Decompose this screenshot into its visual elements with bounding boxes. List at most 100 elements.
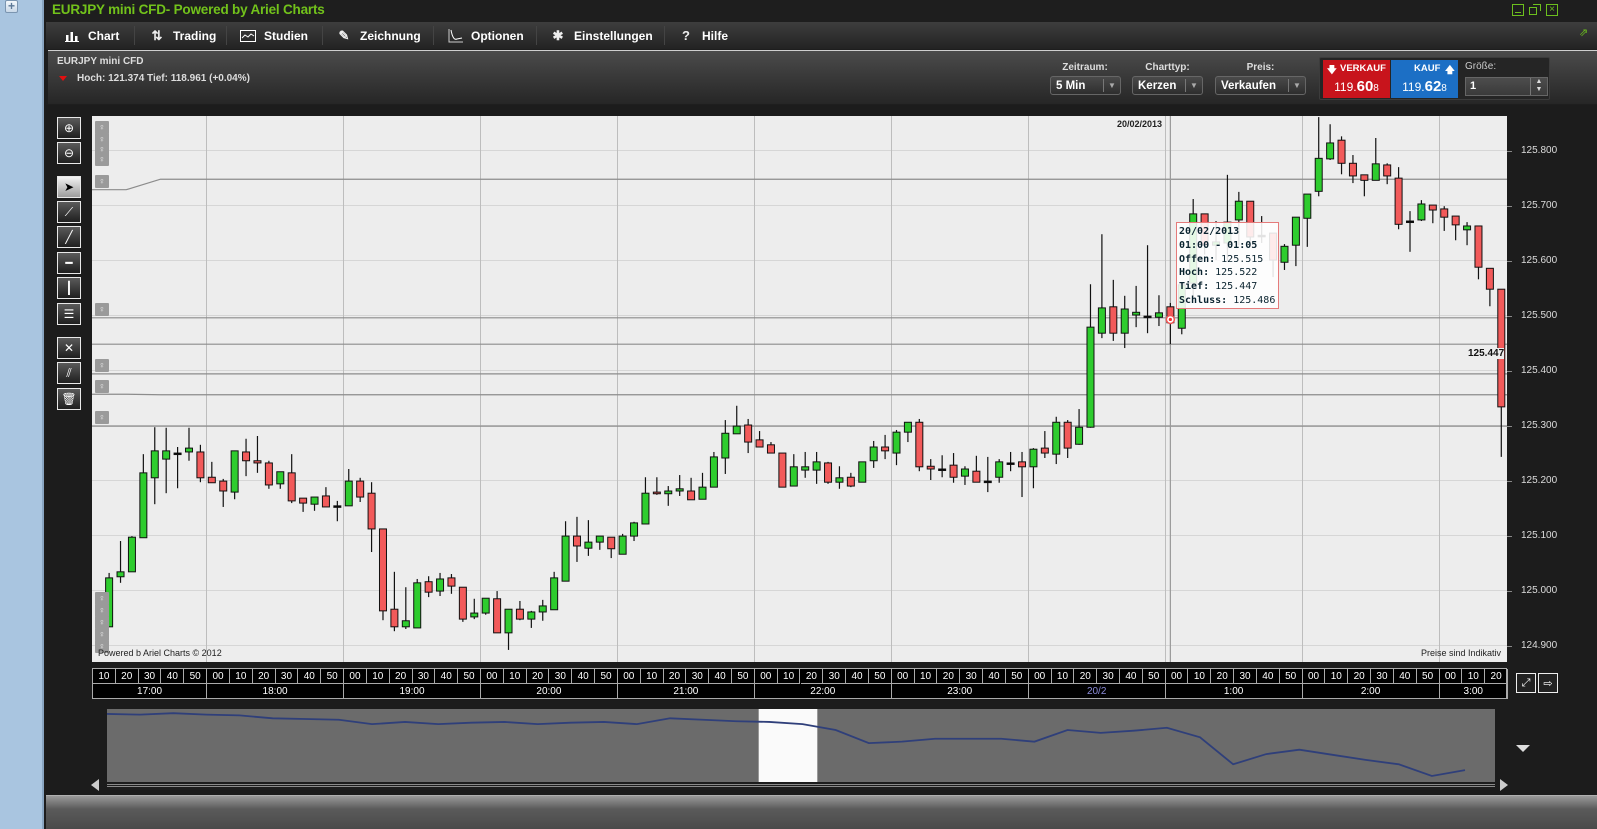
candle-body (630, 522, 639, 537)
candle-body (1120, 308, 1129, 334)
expand-plus-icon[interactable]: + (5, 0, 18, 13)
parallel-lines-button[interactable]: ⫽ (57, 362, 81, 384)
candlestick-chart (92, 116, 1507, 662)
hour-label: 20:00 (481, 684, 618, 699)
line-segment-button[interactable]: ⟋ (57, 201, 81, 223)
candle-body (401, 620, 410, 628)
navigator-scrollbar[interactable] (107, 784, 1495, 787)
lightbulb-icon[interactable]: ♀ (95, 380, 109, 393)
candle-body (641, 492, 650, 525)
menu-hilfe[interactable]: ? Hilfe (668, 22, 738, 49)
menu-zeichnung[interactable]: ✎ Zeichnung (326, 22, 431, 49)
candle-body (812, 461, 821, 471)
sell-button[interactable]: 🡇 VERKAUF 119.608 (1323, 60, 1390, 98)
menu-separator (134, 26, 135, 45)
minute-label: 10 (1051, 669, 1075, 684)
crosshair-date-label: 20/02/2013 (1117, 119, 1163, 129)
delete-button[interactable]: 🗑 (57, 388, 81, 410)
menu-separator (433, 26, 434, 45)
vertical-line-icon: ┃ (65, 281, 73, 295)
scroll-right-icon[interactable] (1500, 779, 1508, 791)
horizontal-line-button[interactable]: ━ (57, 252, 81, 274)
minute-label: 40 (846, 669, 869, 684)
export-button[interactable]: ⇨ (1538, 673, 1558, 693)
navigator-price-line (107, 712, 1466, 777)
candle-body (926, 465, 935, 470)
preis-select[interactable]: Verkaufen ▼ (1215, 76, 1306, 95)
candle-body (881, 446, 890, 452)
candle-body (1360, 174, 1369, 181)
drawn-trend-line (92, 393, 1507, 396)
zoom-out-button[interactable]: ⊖ (57, 142, 81, 164)
preis-label: Preis: (1246, 62, 1275, 73)
candle-body (1485, 267, 1494, 290)
charttyp-select[interactable]: Kerzen ▼ (1132, 76, 1203, 95)
popout-icon[interactable]: ⇗ (1579, 26, 1588, 39)
status-bar (46, 795, 1597, 829)
candle-body (1428, 204, 1437, 211)
restore-icon[interactable] (1529, 4, 1541, 16)
menu-optionen[interactable]: Optionen (437, 22, 534, 49)
candle-body (527, 611, 536, 620)
lightbulb-icon[interactable]: ♀ (95, 411, 109, 424)
crosshair-tool-button[interactable]: ✕ (57, 337, 81, 359)
instrument-name: EURJPY mini CFD (57, 56, 144, 67)
close-icon[interactable]: × (1546, 4, 1558, 16)
candle-body (664, 490, 673, 495)
candle-body (1291, 216, 1300, 246)
menu-separator (322, 26, 323, 45)
candle-body (184, 447, 193, 453)
candle-body (150, 450, 159, 479)
buy-button[interactable]: KAUF 🡅 119.628 (1391, 60, 1458, 98)
candle-body (538, 605, 547, 613)
lightbulb-icon[interactable]: ♀ (95, 303, 109, 316)
hour-label: 22:00 (755, 684, 892, 699)
indicative-prices-note: Preise sind Indikativ (1420, 648, 1501, 658)
minute-label: 00 (617, 669, 641, 684)
minute-label: 00 (1302, 669, 1326, 684)
zoom-in-button[interactable]: ⊕ (57, 117, 81, 139)
candle-body (960, 468, 969, 477)
minimize-icon[interactable] (1512, 4, 1524, 16)
info-bar: EURJPY mini CFD Hoch: 121.374 Tief: 118.… (48, 50, 1597, 104)
zeitraum-select[interactable]: 5 Min ▼ (1050, 76, 1121, 95)
arrow-down-icon: 🡇 (1327, 65, 1337, 76)
collapse-navigator-icon[interactable] (1516, 745, 1530, 752)
price-tick (1507, 425, 1512, 427)
candle-body (938, 468, 947, 472)
candle-body (196, 451, 205, 479)
candle-body (595, 535, 604, 543)
candle-body (858, 461, 867, 483)
fullscreen-button[interactable]: ⤢ (1516, 673, 1536, 693)
scroll-left-icon[interactable] (91, 779, 99, 791)
pointer-button[interactable]: ➤ (57, 176, 81, 198)
menu-trading[interactable]: ⇅ Trading (139, 22, 226, 49)
studies-icon (240, 28, 256, 44)
candle-body (550, 577, 559, 611)
horizontal-line-icon: ━ (65, 256, 73, 270)
navigator[interactable] (107, 709, 1495, 782)
trade-arrows-icon: ⇅ (151, 27, 163, 43)
candle-body (139, 472, 148, 539)
fibonacci-button[interactable]: ☰ (57, 303, 81, 325)
candle-body (766, 444, 775, 454)
candle-body (356, 480, 365, 498)
minute-label: 20 (1485, 669, 1508, 684)
menu-studien[interactable]: Studien (230, 22, 318, 49)
price-chart[interactable]: ♀ ♀ ♀ ♀ ♀ ♀ ♀ ♀ ♀ ♀ ♀ ♀ ♀ ♀ 20/02/2013 125.447 20/02/… (92, 116, 1507, 662)
candle-body (732, 425, 741, 435)
trend-line-button[interactable]: ╱ (57, 226, 81, 248)
menu-chart[interactable]: Chart (54, 22, 129, 49)
candle-body (344, 480, 353, 507)
lightbulb-icon[interactable]: ♀ (95, 153, 109, 166)
lightbulb-icon[interactable]: ♀ (95, 175, 109, 188)
lightbulb-icon[interactable]: ♀ (95, 359, 109, 372)
menu-einstellungen[interactable]: ✱ Einstellungen (540, 22, 663, 49)
size-stepper[interactable]: ▲ ▼ (1530, 78, 1547, 95)
minute-label: 10 (1188, 669, 1212, 684)
candle-body (436, 578, 445, 592)
vertical-line-button[interactable]: ┃ (57, 277, 81, 299)
minute-label: 00 (480, 669, 504, 684)
size-input[interactable]: 1 ▲ ▼ (1465, 77, 1548, 96)
parallel-lines-icon: ⫽ (66, 365, 72, 380)
